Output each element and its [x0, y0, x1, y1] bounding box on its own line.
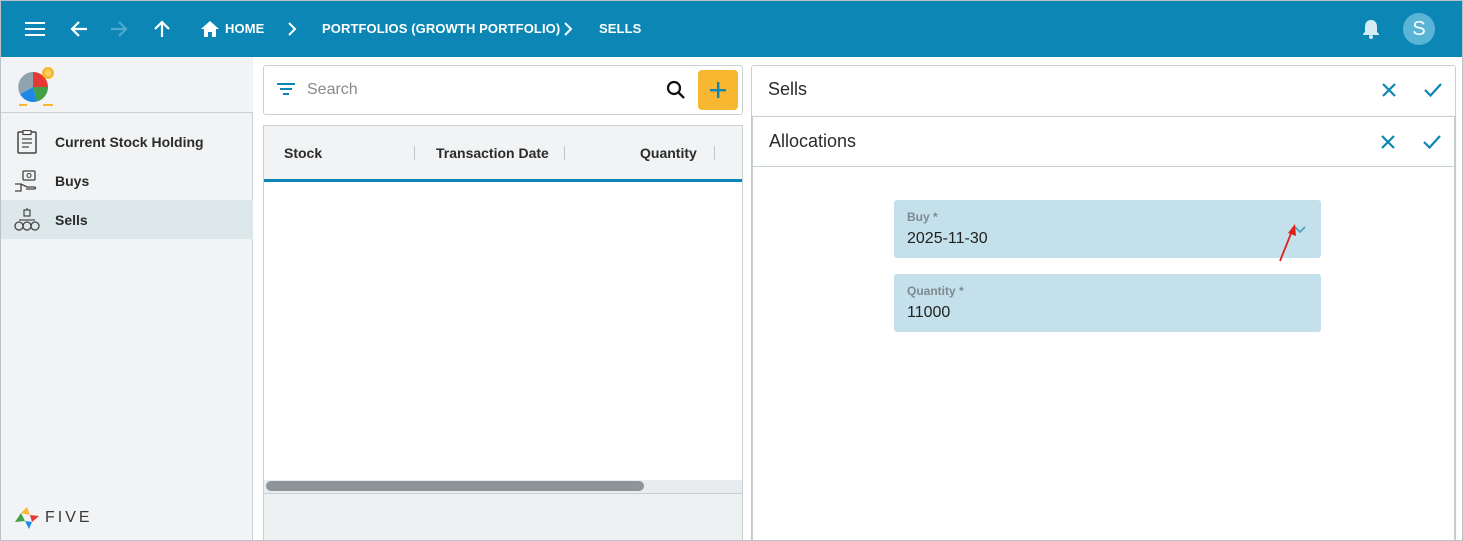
quantity-field-label: Quantity * [907, 284, 964, 298]
back-arrow-icon[interactable] [65, 15, 93, 43]
add-button[interactable] [698, 70, 738, 110]
buy-field-label: Buy * [907, 210, 938, 224]
app-logo-area [1, 57, 253, 113]
sidebar-item-sells[interactable]: Sells [1, 200, 253, 239]
quantity-field-value: 11000 [907, 304, 951, 321]
hand-money-icon [14, 168, 40, 194]
check-icon [1423, 135, 1441, 150]
home-icon[interactable] [196, 15, 224, 43]
pie-chart-logo-icon [18, 67, 54, 106]
sidebar-item-label: Sells [55, 211, 88, 228]
sells-close-button[interactable] [1375, 76, 1403, 104]
breadcrumb-sells[interactable]: SELLS [599, 21, 641, 36]
breadcrumb-home[interactable]: HOME [225, 21, 264, 36]
menu-icon[interactable] [21, 15, 49, 43]
buy-select[interactable]: Buy * 2025-11-30 [894, 200, 1321, 258]
chevron-right-icon [554, 15, 582, 43]
top-app-bar: HOME PORTFOLIOS (GROWTH PORTFOLIO) SELLS… [1, 1, 1462, 57]
plus-icon [710, 82, 726, 98]
breadcrumb-portfolios[interactable]: PORTFOLIOS (GROWTH PORTFOLIO) [322, 21, 560, 36]
app-window: HOME PORTFOLIOS (GROWTH PORTFOLIO) SELLS… [0, 0, 1463, 541]
close-icon [1382, 83, 1396, 97]
table-header: Stock Transaction Date Quantity [264, 126, 742, 182]
annotation-arrow-icon [1279, 224, 1296, 262]
clipboard-list-icon [14, 129, 40, 155]
filter-icon[interactable] [276, 81, 296, 102]
allocations-confirm-button[interactable] [1418, 128, 1446, 156]
sidebar-item-buys[interactable]: Buys [1, 161, 253, 200]
sidebar: Current Stock Holding Buys Sells FIVE [1, 57, 253, 540]
column-divider[interactable] [714, 146, 715, 160]
forward-arrow-icon[interactable] [105, 15, 133, 43]
column-divider[interactable] [564, 146, 565, 160]
sells-panel-title: Sells [768, 79, 808, 99]
allocations-header [753, 117, 1454, 167]
allocations-close-button[interactable] [1374, 128, 1402, 156]
table-body [264, 182, 742, 480]
check-icon [1424, 83, 1442, 98]
bell-icon[interactable] [1357, 15, 1385, 43]
search-input[interactable] [307, 78, 647, 102]
chevron-right-icon [278, 15, 306, 43]
five-brand-logo: FIVE [15, 507, 93, 529]
scrollbar-thumb[interactable] [266, 481, 644, 491]
user-avatar[interactable]: S [1403, 13, 1435, 45]
coins-stack-icon [14, 207, 40, 233]
column-header-quantity[interactable]: Quantity [640, 145, 697, 161]
close-icon [1381, 135, 1395, 149]
quantity-field[interactable]: Quantity * 11000 [894, 274, 1321, 332]
sells-list-table: Stock Transaction Date Quantity [263, 125, 743, 540]
column-header-stock[interactable]: Stock [284, 145, 322, 161]
buy-field-value: 2025-11-30 [907, 230, 988, 247]
column-header-transaction-date[interactable]: Transaction Date [436, 145, 549, 161]
sells-confirm-button[interactable] [1419, 76, 1447, 104]
five-logo-icon [15, 507, 39, 529]
sidebar-item-label: Current Stock Holding [55, 133, 204, 150]
sidebar-item-label: Buys [55, 172, 90, 189]
column-divider[interactable] [414, 146, 415, 160]
allocations-panel-title: Allocations [769, 131, 857, 151]
search-icon[interactable] [666, 80, 686, 105]
up-arrow-icon[interactable] [148, 15, 176, 43]
sidebar-item-current-stock-holding[interactable]: Current Stock Holding [1, 122, 253, 161]
brand-name: FIVE [45, 509, 93, 526]
